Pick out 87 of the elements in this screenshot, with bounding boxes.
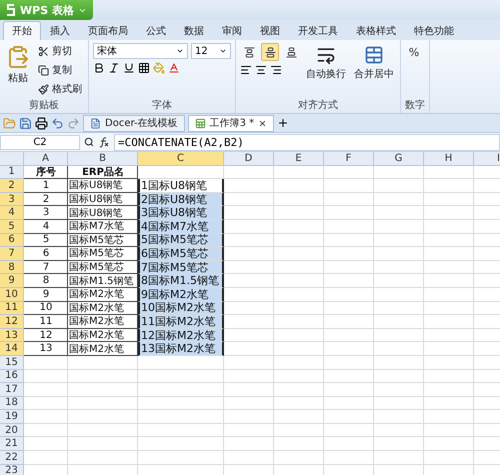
ribbon-tab[interactable]: 页面布局 xyxy=(79,21,137,40)
table-cell: 13 xyxy=(24,342,68,356)
row-header[interactable]: 20 xyxy=(0,424,24,438)
row-header[interactable]: 12 xyxy=(0,315,24,329)
row-header[interactable]: 19 xyxy=(0,410,24,424)
ribbon-tab[interactable]: 特色功能 xyxy=(405,21,463,40)
row-header[interactable]: 8 xyxy=(0,260,24,274)
font-size-field[interactable]: 12 xyxy=(191,43,231,59)
row-header[interactable]: 2 xyxy=(0,179,24,193)
percent-button[interactable]: % xyxy=(405,43,423,61)
group-title: 字体 xyxy=(151,99,173,113)
row-header[interactable]: 6 xyxy=(0,234,24,248)
row-header[interactable]: 18 xyxy=(0,396,24,410)
table-cell: 9国标M2水笔 xyxy=(138,288,224,302)
row-header[interactable]: 14 xyxy=(0,342,24,356)
table-cell: 2国标U8钢笔 xyxy=(138,192,224,206)
table-cell: 10 xyxy=(24,302,68,316)
font-name-field[interactable]: 宋体 xyxy=(93,43,188,59)
document-tab[interactable]: 工作簿3 * xyxy=(188,114,274,132)
table-cell: 11国标M2水笔 xyxy=(138,315,224,329)
row-header[interactable]: 11 xyxy=(0,302,24,316)
group-title: 剪贴板 xyxy=(28,99,60,113)
row-header[interactable]: 1 xyxy=(0,166,24,180)
ribbon-tab[interactable]: 视图 xyxy=(251,21,289,40)
clipboard-button[interactable]: 复制 xyxy=(36,62,84,78)
group-title: 对齐方式 xyxy=(297,99,339,113)
row-header[interactable]: 5 xyxy=(0,220,24,234)
table-cell: 5国标M5笔芯 xyxy=(138,234,224,248)
table-cell: 3国标U8钢笔 xyxy=(138,206,224,220)
column-header[interactable]: A xyxy=(24,152,68,166)
row-header[interactable]: 10 xyxy=(0,288,24,302)
row-header[interactable]: 3 xyxy=(0,192,24,206)
column-heading: ERP品名 xyxy=(68,166,138,180)
row-header[interactable]: 22 xyxy=(0,451,24,465)
ribbon-tab[interactable]: 审阅 xyxy=(213,21,251,40)
row-header[interactable]: 13 xyxy=(0,328,24,342)
table-cell: 9 xyxy=(24,288,68,302)
ribbon-tab[interactable]: 数据 xyxy=(175,21,213,40)
ribbon-tab[interactable]: 插入 xyxy=(41,21,79,40)
ribbon-tab[interactable]: 开发工具 xyxy=(289,21,347,40)
column-heading: 序号 xyxy=(24,166,68,180)
table-cell: 10国标M2水笔 xyxy=(138,302,224,316)
column-header[interactable]: I xyxy=(474,152,500,166)
group-title: 数字 xyxy=(405,99,425,113)
row-header[interactable]: 15 xyxy=(0,356,24,370)
column-header[interactable]: C xyxy=(138,152,224,166)
name-box[interactable]: C2 xyxy=(0,134,80,150)
row-header[interactable]: 21 xyxy=(0,437,24,452)
table-cell: 2 xyxy=(24,192,68,206)
table-cell: 4 xyxy=(24,220,68,234)
ribbon-tab[interactable]: 开始 xyxy=(3,21,41,40)
table-cell: 6国标M5笔芯 xyxy=(138,247,224,261)
table-cell: 13国标M2水笔 xyxy=(138,342,224,356)
column-header[interactable]: F xyxy=(324,152,374,166)
formula-field[interactable]: =CONCATENATE(A2,B2) xyxy=(114,134,500,150)
table-cell: 8国标M1.5钢笔 xyxy=(138,274,224,288)
column-header[interactable]: D xyxy=(224,152,274,166)
column-header[interactable]: G xyxy=(374,152,424,166)
wrap-text-button[interactable]: 自动换行 xyxy=(304,43,348,99)
clipboard-button[interactable]: 剪切 xyxy=(36,43,84,59)
table-cell: 4国标M7水笔 xyxy=(138,220,224,234)
column-header[interactable]: H xyxy=(424,152,474,166)
row-header[interactable]: 23 xyxy=(0,464,24,475)
table-cell: 1国标U8钢笔 xyxy=(138,179,224,193)
ribbon-tab[interactable]: 公式 xyxy=(137,21,175,40)
clipboard-button[interactable]: 格式刷 xyxy=(36,81,84,97)
table-cell: 7国标M5笔芯 xyxy=(138,260,224,274)
column-header[interactable]: B xyxy=(68,152,138,166)
paste-button[interactable]: 粘贴 xyxy=(4,43,32,99)
table-cell: 12国标M2水笔 xyxy=(138,328,224,342)
column-header[interactable]: E xyxy=(274,152,324,166)
ribbon-tab[interactable]: 表格样式 xyxy=(347,21,405,40)
table-cell: 12 xyxy=(24,328,68,342)
table-cell: 1 xyxy=(24,179,68,193)
table-cell: 3 xyxy=(24,206,68,220)
merge-center-button[interactable]: 合并居中 xyxy=(352,43,396,99)
row-header[interactable]: 17 xyxy=(0,383,24,397)
table-cell: 7 xyxy=(24,260,68,274)
table-cell: 8 xyxy=(24,274,68,288)
table-cell: 5 xyxy=(24,234,68,248)
row-header[interactable]: 9 xyxy=(0,274,24,288)
table-cell: 6 xyxy=(24,247,68,261)
row-header[interactable]: 7 xyxy=(0,247,24,261)
row-header[interactable]: 4 xyxy=(0,206,24,220)
document-tab[interactable]: Docer-在线模板 xyxy=(83,114,185,132)
row-header[interactable]: 16 xyxy=(0,370,24,384)
table-cell: 11 xyxy=(24,315,68,329)
